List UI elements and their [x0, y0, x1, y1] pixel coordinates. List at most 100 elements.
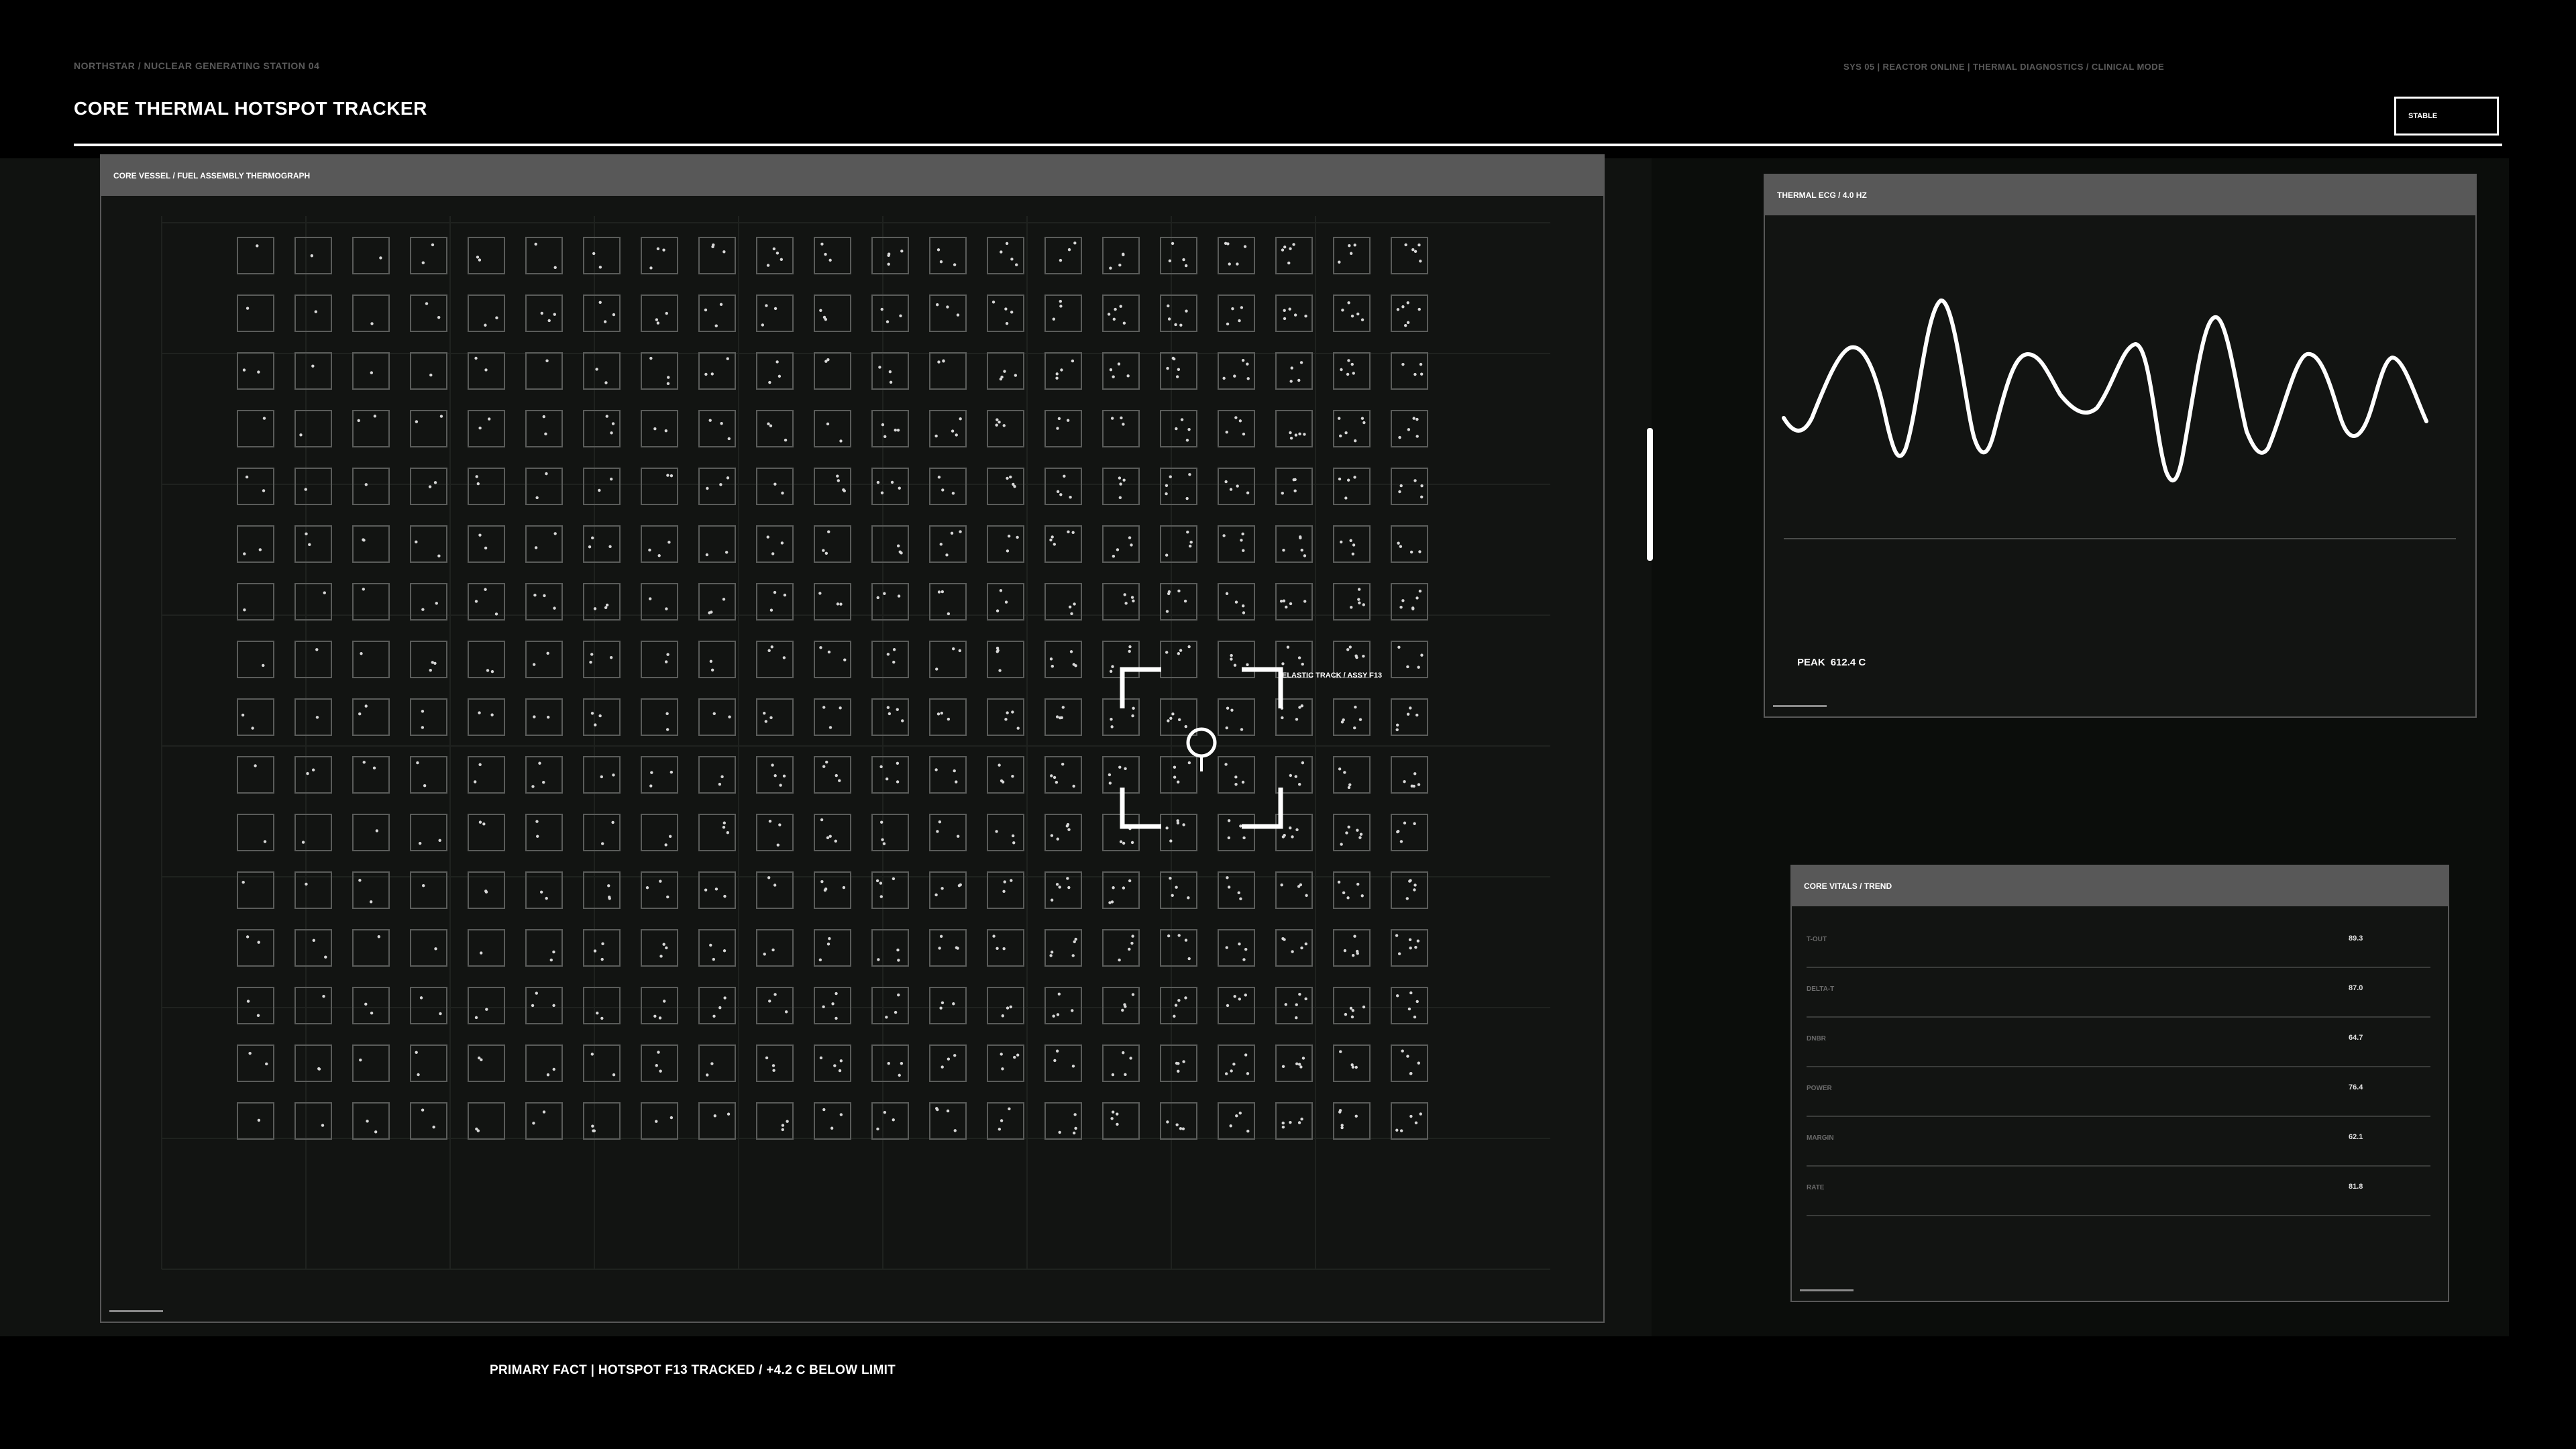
fuel-assembly-cell[interactable]: [1391, 641, 1428, 678]
fuel-assembly-cell[interactable]: [698, 987, 736, 1024]
fuel-assembly-cell[interactable]: [987, 1044, 1024, 1082]
fuel-assembly-cell[interactable]: [352, 987, 390, 1024]
fuel-assembly-cell[interactable]: [410, 294, 447, 332]
fuel-assembly-cell[interactable]: [698, 871, 736, 909]
fuel-assembly-cell[interactable]: [352, 1044, 390, 1082]
fuel-assembly-cell[interactable]: [987, 698, 1024, 736]
fuel-assembly-cell[interactable]: [294, 525, 332, 563]
fuel-assembly-cell[interactable]: [1275, 929, 1313, 967]
fuel-assembly-cell[interactable]: [1160, 929, 1197, 967]
fuel-assembly-cell[interactable]: [756, 698, 794, 736]
fuel-assembly-cell[interactable]: [987, 756, 1024, 794]
fuel-assembly-cell[interactable]: [1391, 410, 1428, 447]
fuel-assembly-cell[interactable]: [352, 929, 390, 967]
fuel-assembly-cell[interactable]: [352, 468, 390, 505]
fuel-assembly-cell[interactable]: [1044, 641, 1082, 678]
fuel-assembly-cell[interactable]: [756, 237, 794, 274]
fuel-assembly-cell[interactable]: [929, 1044, 967, 1082]
fuel-assembly-cell[interactable]: [756, 987, 794, 1024]
fuel-assembly-cell[interactable]: [352, 814, 390, 851]
fuel-assembly-cell[interactable]: [871, 814, 909, 851]
fuel-assembly-cell[interactable]: [525, 525, 563, 563]
fuel-assembly-cell[interactable]: [1218, 583, 1255, 621]
fuel-assembly-cell[interactable]: [583, 871, 621, 909]
fuel-assembly-cell[interactable]: [410, 698, 447, 736]
fuel-assembly-cell[interactable]: [1275, 871, 1313, 909]
fuel-assembly-cell[interactable]: [814, 929, 851, 967]
fuel-assembly-cell[interactable]: [814, 237, 851, 274]
fuel-assembly-cell[interactable]: [1391, 814, 1428, 851]
fuel-assembly-cell[interactable]: [1102, 756, 1140, 794]
fuel-assembly-cell[interactable]: [468, 698, 505, 736]
fuel-assembly-cell[interactable]: [1218, 237, 1255, 274]
fuel-assembly-cell[interactable]: [352, 525, 390, 563]
fuel-assembly-cell[interactable]: [1218, 871, 1255, 909]
fuel-assembly-cell[interactable]: [1044, 468, 1082, 505]
fuel-assembly-cell[interactable]: [1391, 871, 1428, 909]
fuel-assembly-cell[interactable]: [756, 814, 794, 851]
fuel-assembly-cell[interactable]: [1160, 814, 1197, 851]
fuel-assembly-cell[interactable]: [1275, 1044, 1313, 1082]
fuel-assembly-cell[interactable]: [294, 1102, 332, 1140]
fuel-assembly-cell[interactable]: [814, 525, 851, 563]
fuel-assembly-cell[interactable]: [698, 756, 736, 794]
fuel-assembly-cell[interactable]: [814, 410, 851, 447]
fuel-assembly-cell[interactable]: [929, 468, 967, 505]
fuel-assembly-cell[interactable]: [525, 814, 563, 851]
fuel-assembly-cell[interactable]: [871, 294, 909, 332]
fuel-assembly-cell[interactable]: [294, 583, 332, 621]
fuel-assembly-cell[interactable]: [641, 468, 678, 505]
fuel-assembly-cell[interactable]: [1102, 237, 1140, 274]
fuel-assembly-cell[interactable]: [987, 468, 1024, 505]
fuel-assembly-cell[interactable]: [237, 987, 274, 1024]
fuel-assembly-cell[interactable]: [1044, 756, 1082, 794]
fuel-assembly-cell[interactable]: [756, 352, 794, 390]
fuel-assembly-cell[interactable]: [410, 987, 447, 1024]
fuel-assembly-cell[interactable]: [468, 987, 505, 1024]
fuel-assembly-cell[interactable]: [1102, 871, 1140, 909]
fuel-assembly-cell[interactable]: [583, 294, 621, 332]
fuel-assembly-cell[interactable]: [237, 410, 274, 447]
fuel-assembly-cell[interactable]: [352, 352, 390, 390]
fuel-assembly-cell[interactable]: [237, 1102, 274, 1140]
fuel-assembly-cell[interactable]: [1391, 583, 1428, 621]
fuel-assembly-cell[interactable]: [1160, 525, 1197, 563]
fuel-assembly-cell[interactable]: [468, 641, 505, 678]
fuel-assembly-cell[interactable]: [871, 410, 909, 447]
fuel-assembly-cell[interactable]: [525, 641, 563, 678]
fuel-assembly-cell[interactable]: [1391, 1102, 1428, 1140]
fuel-assembly-cell[interactable]: [352, 756, 390, 794]
fuel-assembly-cell[interactable]: [468, 583, 505, 621]
fuel-assembly-cell[interactable]: [1044, 352, 1082, 390]
fuel-assembly-cell[interactable]: [871, 987, 909, 1024]
fuel-assembly-cell[interactable]: [871, 583, 909, 621]
fuel-assembly-cell[interactable]: [468, 929, 505, 967]
fuel-assembly-cell[interactable]: [410, 641, 447, 678]
fuel-assembly-cell[interactable]: [1391, 525, 1428, 563]
fuel-assembly-cell[interactable]: [929, 525, 967, 563]
fuel-assembly-cell[interactable]: [410, 1044, 447, 1082]
fuel-assembly-cell[interactable]: [871, 468, 909, 505]
fuel-assembly-cell[interactable]: [756, 929, 794, 967]
fuel-assembly-cell[interactable]: [525, 698, 563, 736]
fuel-assembly-cell[interactable]: [468, 814, 505, 851]
fuel-assembly-cell[interactable]: [237, 641, 274, 678]
fuel-assembly-cell[interactable]: [1044, 525, 1082, 563]
fuel-assembly-cell[interactable]: [871, 237, 909, 274]
fuel-assembly-cell[interactable]: [987, 987, 1024, 1024]
fuel-assembly-cell[interactable]: [410, 871, 447, 909]
fuel-assembly-cell[interactable]: [698, 294, 736, 332]
fuel-assembly-cell[interactable]: [1160, 352, 1197, 390]
fuel-assembly-cell[interactable]: [1160, 468, 1197, 505]
fuel-assembly-cell[interactable]: [294, 756, 332, 794]
fuel-assembly-cell[interactable]: [1102, 410, 1140, 447]
fuel-assembly-cell[interactable]: [641, 294, 678, 332]
fuel-assembly-cell[interactable]: [756, 1102, 794, 1140]
fuel-assembly-cell[interactable]: [1391, 237, 1428, 274]
fuel-assembly-cell[interactable]: [237, 468, 274, 505]
fuel-assembly-cell[interactable]: [525, 410, 563, 447]
fuel-assembly-cell[interactable]: [1218, 641, 1255, 678]
fuel-assembly-cell[interactable]: [583, 756, 621, 794]
fuel-assembly-cell[interactable]: [814, 1102, 851, 1140]
fuel-assembly-cell[interactable]: [583, 1102, 621, 1140]
